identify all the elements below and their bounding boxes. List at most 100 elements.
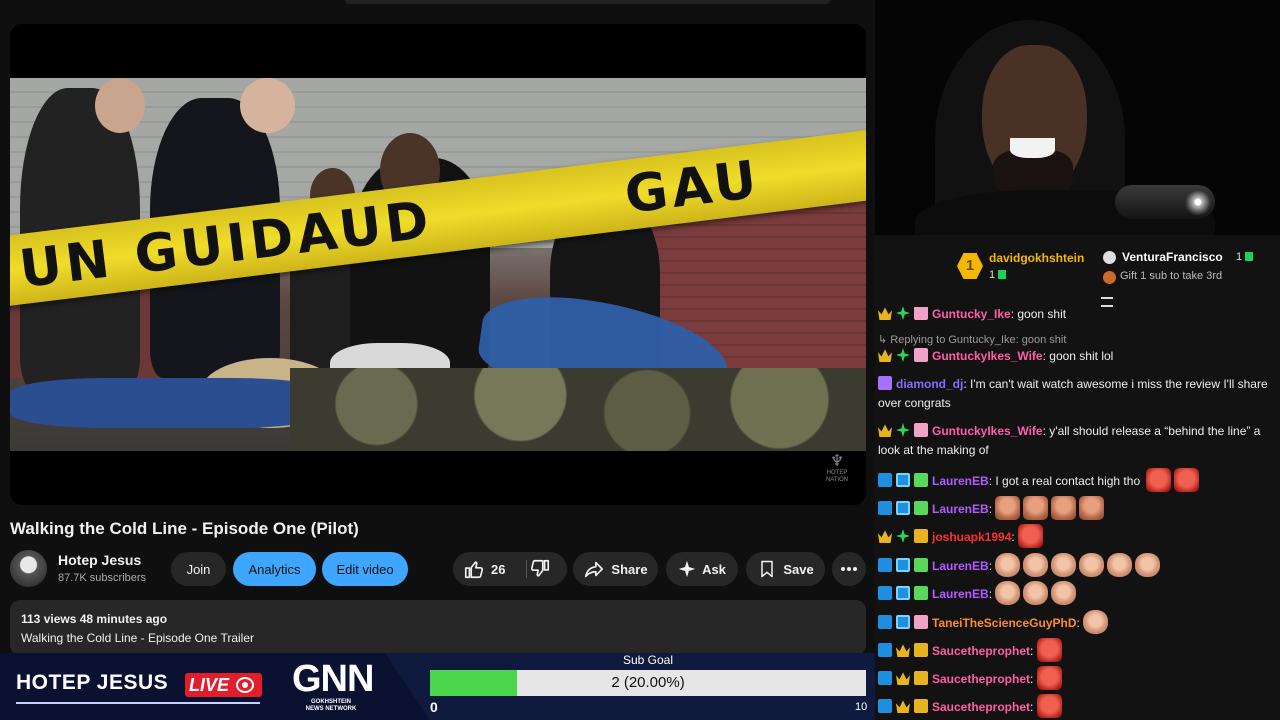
chat-username[interactable]: TaneiTheScienceGuyPhD (932, 616, 1077, 630)
more-horizontal-icon (841, 567, 857, 571)
description-box[interactable]: 113 views 48 minutes ago Walking the Col… (10, 600, 866, 655)
emote (1051, 496, 1077, 520)
chat-username[interactable]: GuntuckyIkes_Wife (932, 424, 1043, 438)
join-button[interactable]: Join (171, 552, 226, 586)
analytics-button[interactable]: Analytics (233, 552, 316, 586)
chat-message: LaurenEB: (878, 496, 1280, 520)
chat-message: LaurenEB: I got a real contact high tho (878, 468, 1280, 492)
chat-username[interactable]: Saucetheprophet (932, 672, 1030, 686)
emote (995, 581, 1021, 605)
chat-username[interactable]: LaurenEB (932, 559, 989, 573)
chat-username[interactable]: Saucetheprophet (932, 644, 1030, 658)
chat-message: GuntuckyIkes_Wife: goon shit lol (878, 347, 1280, 366)
share-label: Share (611, 561, 648, 577)
sparkle-icon (678, 560, 696, 578)
leader-third-prompt: Gift 1 sub to take 3rd (1120, 270, 1223, 282)
ask-button[interactable]: Ask (666, 552, 738, 586)
gold-medal-icon: 1 (957, 253, 983, 279)
share-button[interactable]: Share (573, 552, 658, 586)
emote (1051, 581, 1077, 605)
chat-text: : goon shit (1010, 307, 1067, 321)
broadcast-icon (236, 677, 254, 693)
youtube-page: UN GUIDAUD GAU ♆ HOTEP NATION Walking th… (0, 0, 875, 655)
webcam-feed (875, 0, 1280, 235)
video-player[interactable]: UN GUIDAUD GAU ♆ HOTEP NATION (10, 24, 866, 505)
view-count-and-date: 113 views 48 minutes ago (21, 612, 168, 626)
leader-first-name: davidgokhshtein (989, 251, 1085, 265)
chat-username[interactable]: joshuapk1994 (932, 530, 1011, 544)
chat-message: Guntucky_Ike: goon shit (878, 307, 1280, 324)
thumbs-down-icon[interactable] (529, 558, 551, 580)
chat-text: : (1030, 672, 1034, 686)
chat-text: : (988, 559, 993, 573)
emote (995, 496, 1021, 520)
chat-text: : (1076, 616, 1080, 630)
leader-second-count: 1 (1236, 251, 1254, 263)
emote (1023, 581, 1049, 605)
streamer-name: HOTEP JESUS (16, 671, 169, 694)
gift-leaderboard: 1 davidgokhshtein 1 VenturaFrancisco 1 G… (875, 235, 1280, 307)
emote (1036, 638, 1062, 662)
emote (1083, 610, 1109, 634)
silver-medal-icon (1103, 251, 1116, 264)
chat-message: diamond_dj: I'm can't wait watch awesome… (878, 375, 1280, 413)
channel-avatar[interactable] (10, 550, 47, 587)
chat-text: : (1030, 700, 1034, 714)
leader-second-name: VenturaFrancisco (1122, 250, 1223, 264)
emote (1079, 553, 1105, 577)
emote (1036, 666, 1062, 690)
edit-video-label: Edit video (336, 561, 394, 577)
chat-text: : (988, 587, 993, 601)
chat-username[interactable]: LaurenEB (932, 474, 989, 488)
emote (1051, 553, 1077, 577)
top-search-bar-edge (345, 0, 830, 4)
bronze-medal-icon (1103, 271, 1116, 284)
chat-username[interactable]: diamond_dj (896, 377, 963, 391)
thumbs-up-icon[interactable] (463, 558, 485, 580)
microphone (1115, 185, 1215, 219)
bookmark-icon (761, 560, 774, 578)
sub-goal-max: 10 (855, 701, 868, 713)
chat-message: TaneiTheScienceGuyPhD: (878, 610, 1280, 634)
sub-goal-title: Sub Goal (622, 653, 674, 667)
save-label: Save (783, 561, 814, 577)
subscriber-count: 87.7K subscribers (58, 572, 147, 584)
channel-name[interactable]: Hotep Jesus (58, 552, 141, 568)
chat-message: Saucetheprophet: (878, 666, 1280, 690)
sub-icon (998, 270, 1007, 279)
chat-message: LaurenEB: (878, 581, 1280, 605)
chat-text: : I got a real contact high tho (988, 474, 1141, 488)
chat-scroll-icon[interactable] (1101, 297, 1113, 307)
chat-username[interactable]: LaurenEB (932, 502, 989, 516)
analytics-label: Analytics (248, 561, 301, 577)
live-label: LIVE (189, 675, 230, 695)
chat-message: Saucetheprophet: (878, 694, 1280, 718)
chat-username[interactable]: Saucetheprophet (932, 700, 1030, 714)
chat-text: : (1011, 530, 1015, 544)
more-actions-button[interactable] (832, 552, 866, 586)
chat-message: GuntuckyIkes_Wife: y'all should release … (878, 422, 1280, 460)
save-button[interactable]: Save (746, 552, 825, 586)
gnn-logo-subtitle: GOKHSHTEIN NEWS NETWORK (305, 699, 357, 712)
chat-username[interactable]: LaurenEB (932, 587, 989, 601)
chat-text: : (988, 502, 993, 516)
chat-username[interactable]: GuntuckyIkes_Wife (932, 349, 1043, 363)
emote (1079, 496, 1105, 520)
sub-goal-min: 0 (430, 699, 438, 715)
edit-video-button[interactable]: Edit video (322, 552, 408, 586)
leader-first-count: 1 (989, 269, 1007, 281)
emote (1023, 496, 1049, 520)
like-dislike-bar: 26 (453, 552, 567, 586)
emote (995, 553, 1021, 577)
chat-username[interactable]: Guntucky_Ike (932, 307, 1011, 321)
sub-goal-progress-bar: 2 (20.00%) (430, 670, 866, 696)
emote (1107, 553, 1133, 577)
join-label: Join (186, 561, 211, 577)
emote (1023, 553, 1049, 577)
emote (1135, 553, 1161, 577)
gnn-logo-text: GNN (292, 658, 374, 700)
emote (1174, 468, 1200, 492)
description-text: Walking the Cold Line - Episode One Trai… (21, 631, 255, 645)
chat-text: : goon shit lol (1042, 349, 1114, 363)
name-underline (16, 702, 260, 704)
